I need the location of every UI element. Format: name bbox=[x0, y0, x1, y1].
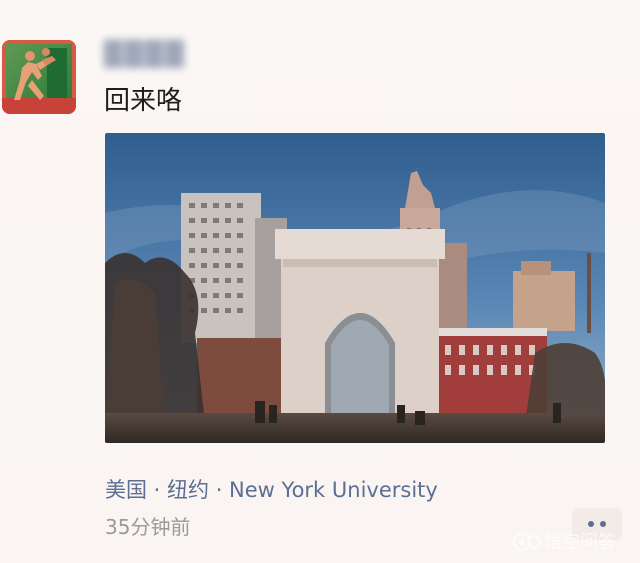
photo-image bbox=[105, 133, 605, 443]
avatar[interactable] bbox=[2, 40, 76, 114]
avatar-image bbox=[2, 40, 76, 114]
author-name[interactable]: ████ bbox=[104, 36, 186, 72]
post-time: 35分钟前 bbox=[105, 515, 191, 539]
watermark-text: 悟空问答 bbox=[544, 532, 616, 553]
location-link[interactable]: 美国 · 纽约 · New York University bbox=[105, 475, 438, 505]
post-photo[interactable] bbox=[105, 133, 605, 443]
wukong-qa-logo: 悟空问答 bbox=[512, 526, 632, 558]
watermark-logo-icon: 悟空问答 bbox=[513, 532, 616, 553]
moments-post: ████ 回来咯 美国 · 纽约 · New York University 3… bbox=[0, 0, 640, 563]
post-text: 回来咯 bbox=[104, 86, 183, 116]
